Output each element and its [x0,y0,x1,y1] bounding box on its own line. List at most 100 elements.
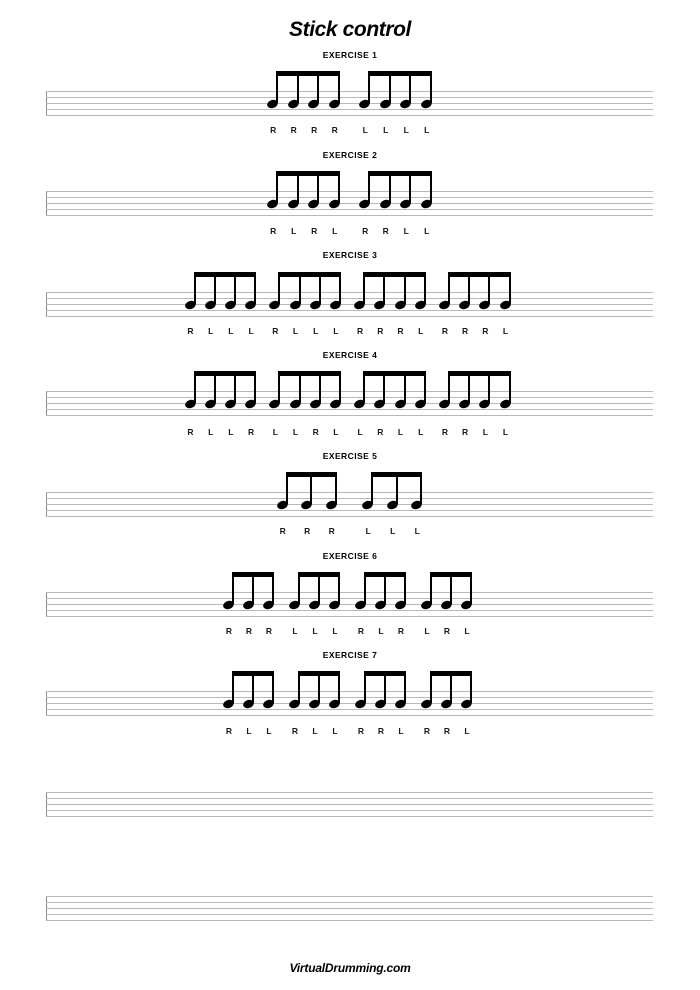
sticking-letter: R [377,427,384,437]
staff-line [46,304,653,305]
beam [368,71,432,76]
staff-line [46,203,653,204]
staff-line [46,97,653,98]
sticking-letter: L [357,427,363,437]
staff-line [46,691,653,692]
blank-staff [46,792,653,817]
staff-line [46,197,653,198]
sticking-letter: L [390,526,396,536]
sticking-letter: R [225,726,233,736]
staff-line [46,902,653,903]
staff-line [46,697,653,698]
sticking-letter: R [270,125,277,135]
sticking-letter: L [403,226,409,236]
sticking-letter: L [228,326,234,336]
sticking-letter: R [462,326,469,336]
staff-line [46,492,653,493]
sticking-letter: R [443,626,451,636]
sticking-letter: L [312,626,318,636]
sticking-letter: L [482,427,488,437]
beam [447,371,511,376]
site-footer: VirtualDrumming.com [289,961,411,975]
beam [364,671,406,676]
sticking-letter: R [397,626,405,636]
exercise-staff [46,391,653,416]
sticking-letter: R [397,326,404,336]
sticking-letter: R [423,726,431,736]
exercise-heading: EXERCISE 4 [322,350,378,360]
staff-line [46,616,653,617]
exercise-staff [46,292,653,317]
sticking-letter: L [208,326,214,336]
staff-line [46,109,653,110]
sticking-letter: R [225,626,233,636]
beam [278,272,341,277]
staff-line [46,391,653,392]
sticking-letter: R [279,526,286,536]
exercise-staff [46,91,653,116]
sticking-letter: L [502,326,509,336]
staff-line [46,896,653,897]
sticking-letter: R [443,726,451,736]
staff-line [46,191,653,192]
sticking-letter: L [332,726,338,736]
sticking-letter: R [270,226,277,236]
exercise-staff [46,191,653,216]
beam [278,371,341,376]
beam [430,671,472,676]
staff-line [46,516,653,517]
blank-staff [46,896,653,921]
exercise-heading: EXERCISE 1 [322,50,378,60]
staff-line [46,798,653,799]
sticking-letter: L [424,626,430,636]
sticking-letter: R [362,226,369,236]
staff-line [46,598,653,599]
sticking-letter: L [228,427,234,437]
beam [232,671,274,676]
staff-line [46,816,653,817]
sticking-letter: R [441,326,448,336]
staff-line [46,409,653,410]
staff-line [46,715,653,716]
staff-line [46,810,653,811]
sticking-letter: R [248,427,255,437]
staff-line [46,292,653,293]
sticking-letter: L [502,427,509,437]
sticking-letter: L [313,326,319,336]
sticking-letter: L [464,626,470,636]
sticking-letter: L [292,326,299,336]
sticking-letter: L [266,726,272,736]
sticking-letter: L [464,726,470,736]
beam [363,371,426,376]
sticking-letter: L [291,226,297,236]
sticking-row: RLLRLLRLLRLLRRLL [0,427,700,439]
sticking-letter: L [424,125,430,135]
sticking-letter: R [357,326,364,336]
sticking-letter: L [424,226,430,236]
exercise-heading: EXERCISE 5 [322,451,378,461]
sticking-letter: R [245,626,253,636]
sticking-letter: L [312,726,318,736]
staff-line [46,209,653,210]
staff-line [46,403,653,404]
sticking-letter: L [272,427,278,437]
staff-line [46,610,653,611]
sticking-letter: R [331,125,338,135]
sticking-letter: L [418,326,424,336]
exercise-staff [46,691,653,716]
staff-line [46,498,653,499]
beam [368,171,432,176]
exercise-staff [46,492,653,517]
exercise-heading: EXERCISE 6 [322,551,378,561]
beam [232,572,274,577]
sticking-letter: R [462,427,469,437]
staff-line [46,115,653,116]
staff-line [46,604,653,605]
staff-line [46,504,653,505]
staff-line [46,920,653,921]
sticking-letter: R [377,726,385,736]
sticking-letter: R [377,326,384,336]
sticking-letter: L [397,427,404,437]
sticking-letter: R [357,626,365,636]
sticking-letter: L [378,626,384,636]
